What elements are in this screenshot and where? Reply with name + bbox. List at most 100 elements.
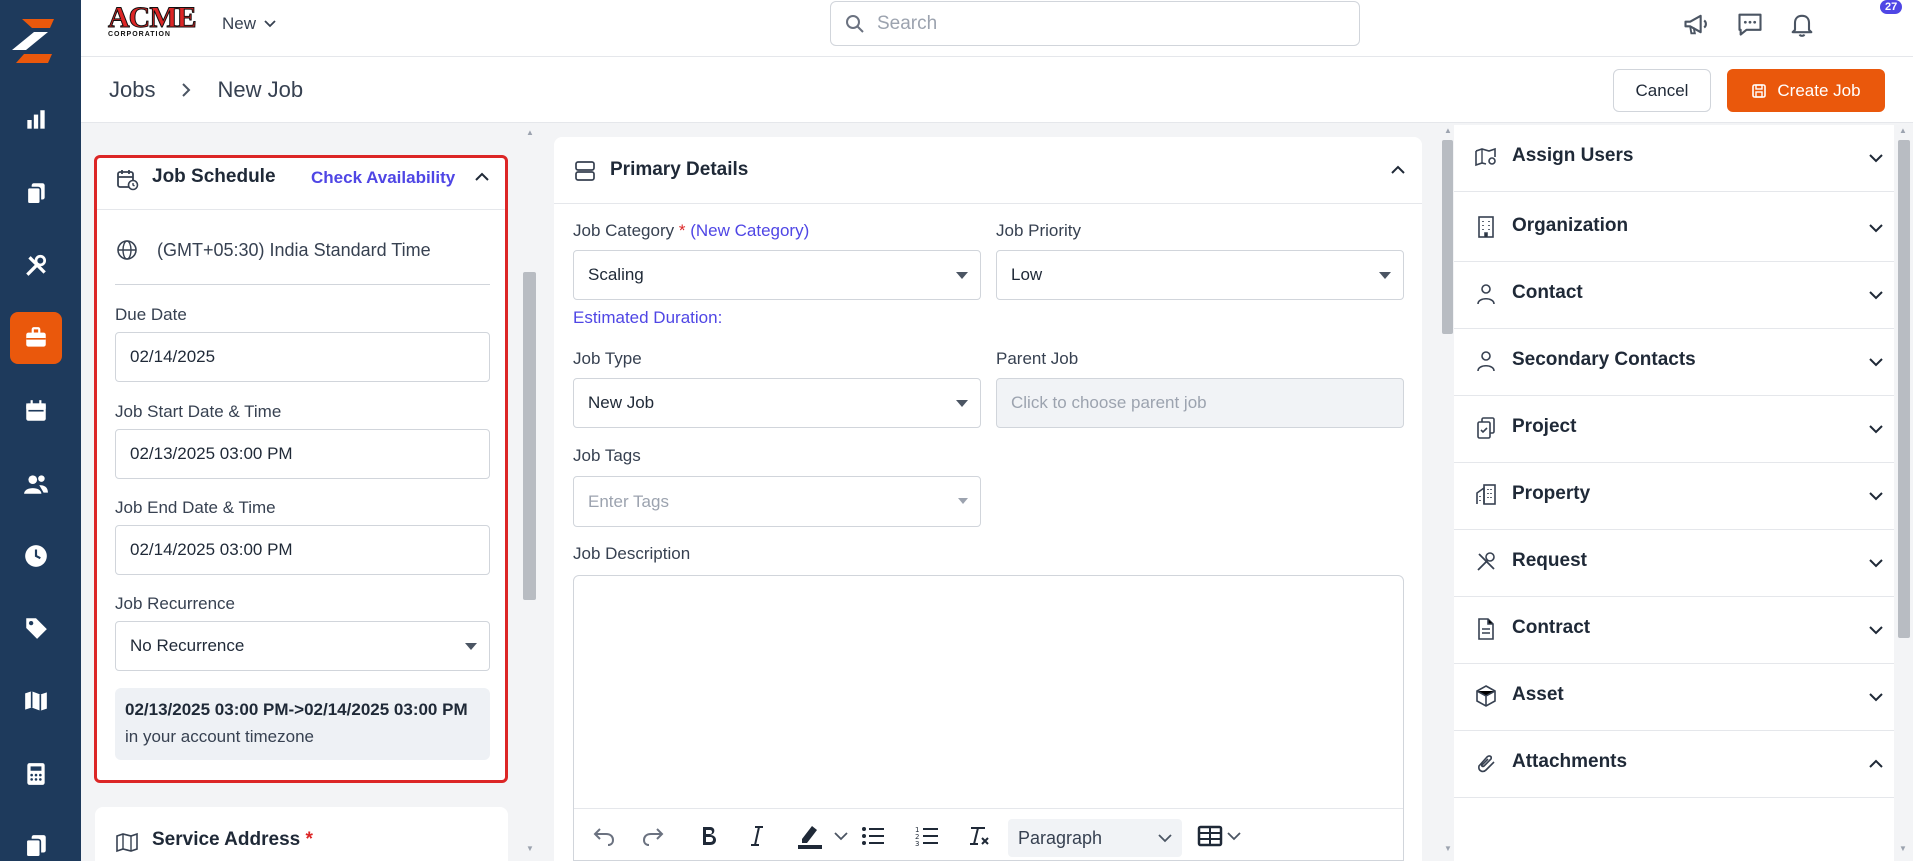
job-description-label: Job Description [573, 544, 691, 563]
due-date-label: Due Date [115, 305, 187, 324]
accordion-asset[interactable]: Asset [1454, 664, 1894, 731]
property-icon [1476, 484, 1496, 505]
person-icon [1477, 284, 1495, 305]
sidebar-item-estimates[interactable] [10, 748, 62, 800]
sidebar-item-jobs[interactable] [10, 312, 62, 364]
scroll-down-arrow[interactable]: ▼ [1444, 844, 1452, 853]
job-category-label-text: Job Category [573, 221, 675, 240]
app-logo-icon[interactable] [12, 14, 62, 64]
accordion-attachments[interactable]: Attachments [1454, 731, 1894, 798]
due-date-input[interactable]: 02/14/2025 [115, 332, 490, 382]
calendar-icon [26, 400, 46, 421]
timezone-text: (GMT+05:30) India Standard Time [157, 240, 431, 260]
clear-format-icon [970, 827, 989, 845]
sidebar-item-files[interactable] [10, 820, 62, 861]
sidebar-item-documents[interactable] [10, 167, 62, 219]
clear-formatting-button[interactable] [966, 821, 992, 851]
job-description-editor[interactable]: 123 Paragraph [573, 575, 1404, 861]
breadcrumb-jobs-link[interactable]: Jobs [109, 77, 155, 103]
chevron-up-icon[interactable] [475, 172, 489, 182]
sidebar-item-timesheets[interactable] [10, 530, 62, 582]
job-priority-label: Job Priority [996, 221, 1082, 240]
accordion-contract[interactable]: Contract [1454, 597, 1894, 664]
scroll-up-arrow[interactable]: ▲ [526, 128, 534, 137]
numbered-list-button[interactable]: 123 [914, 821, 940, 851]
accordion-label: Assign Users [1512, 145, 1634, 166]
bullet-list-button[interactable] [860, 821, 886, 851]
job-type-select[interactable]: New Job [573, 378, 981, 428]
project-icon [1477, 417, 1495, 439]
announcements-button[interactable] [1680, 8, 1712, 40]
building-icon [1478, 216, 1494, 238]
check-availability-link[interactable]: Check Availability [311, 168, 455, 188]
start-datetime-input[interactable]: 02/13/2025 03:00 PM [115, 429, 490, 479]
accordion-label: Contract [1512, 617, 1591, 638]
create-job-button[interactable]: Create Job [1727, 69, 1885, 112]
sidebar-item-map[interactable] [10, 675, 62, 727]
accordion-project[interactable]: Project [1454, 396, 1894, 463]
scroll-up-arrow[interactable]: ▲ [1444, 126, 1452, 135]
center-scrollbar[interactable] [1442, 140, 1453, 334]
job-category-label: Job Category * (New Category) [573, 221, 809, 241]
new-category-link[interactable]: (New Category) [690, 221, 809, 240]
undo-button[interactable] [590, 821, 618, 851]
sidebar-item-pricing[interactable] [10, 602, 62, 654]
company-logo[interactable]: ACME CORPORATION [108, 2, 198, 40]
sidebar-item-calendar[interactable] [10, 385, 62, 437]
accordion-secondary-contacts[interactable]: Secondary Contacts [1454, 329, 1894, 396]
create-job-label: Create Job [1777, 80, 1861, 100]
scroll-down-arrow[interactable]: ▼ [526, 844, 534, 853]
recurrence-select[interactable]: No Recurrence [115, 621, 490, 671]
paperclip-icon [1478, 755, 1495, 773]
accordion-property[interactable]: Property [1454, 463, 1894, 530]
job-schedule-title: Job Schedule [152, 166, 276, 187]
new-menu-label: New [222, 14, 257, 33]
new-menu-button[interactable]: New [222, 14, 276, 34]
search-input[interactable] [877, 12, 1337, 35]
accordion-organization[interactable]: Organization [1454, 195, 1894, 262]
service-address-card[interactable]: Service Address * [95, 807, 508, 861]
dropdown-caret-icon [958, 498, 968, 504]
job-tags-input[interactable]: Enter Tags [573, 476, 981, 527]
right-panel-scrollbar[interactable] [1898, 140, 1910, 638]
end-datetime-input[interactable]: 02/14/2025 03:00 PM [115, 525, 490, 575]
job-schedule-header[interactable]: Job Schedule Check Availability [97, 158, 505, 210]
left-column-scrollbar[interactable] [523, 272, 536, 600]
scroll-up-arrow[interactable]: ▲ [1899, 126, 1907, 135]
accordion-contact[interactable]: Contact [1454, 262, 1894, 329]
highlight-button[interactable] [792, 821, 852, 851]
accordion-request[interactable]: Request [1454, 530, 1894, 597]
sidebar-item-users[interactable] [10, 458, 62, 510]
person-icon [1477, 351, 1495, 372]
search-box[interactable] [830, 1, 1360, 46]
accordion-assign-users[interactable]: Assign Users [1454, 125, 1894, 192]
job-category-select[interactable]: Scaling [573, 250, 981, 300]
insert-table-button[interactable] [1194, 821, 1244, 851]
messages-button[interactable] [1734, 8, 1766, 40]
parent-job-input[interactable]: Click to choose parent job [996, 378, 1404, 428]
italic-button[interactable] [746, 821, 768, 851]
chevron-down-icon [1869, 693, 1883, 702]
start-date-label: Job Start Date & Time [115, 402, 282, 421]
sidebar-item-tools[interactable] [10, 240, 62, 292]
documents-icon [25, 835, 46, 858]
bold-button[interactable] [696, 821, 722, 851]
chevron-up-icon[interactable] [1391, 165, 1405, 175]
redo-button[interactable] [639, 821, 667, 851]
dropdown-caret-icon [1379, 272, 1391, 279]
cancel-button[interactable]: Cancel [1613, 69, 1711, 112]
job-schedule-card: Job Schedule Check Availability (GMT+05:… [94, 155, 508, 783]
scroll-down-arrow[interactable]: ▼ [1899, 844, 1907, 853]
job-priority-select[interactable]: Low [996, 250, 1404, 300]
breadcrumb: Jobs New Job [109, 77, 303, 103]
highlighter-icon [798, 826, 822, 849]
sidebar-item-reports[interactable] [10, 94, 62, 146]
jobs-copy-icon [26, 183, 45, 205]
chevron-down-icon [1227, 832, 1241, 841]
paragraph-style-select[interactable]: Paragraph [1008, 819, 1182, 857]
end-date-label: Job End Date & Time [115, 498, 276, 517]
primary-details-header[interactable]: Primary Details [554, 137, 1422, 204]
notifications-button[interactable] [1786, 8, 1818, 40]
numbered-list-icon: 123 [915, 826, 938, 847]
job-type-label: Job Type [573, 349, 642, 368]
